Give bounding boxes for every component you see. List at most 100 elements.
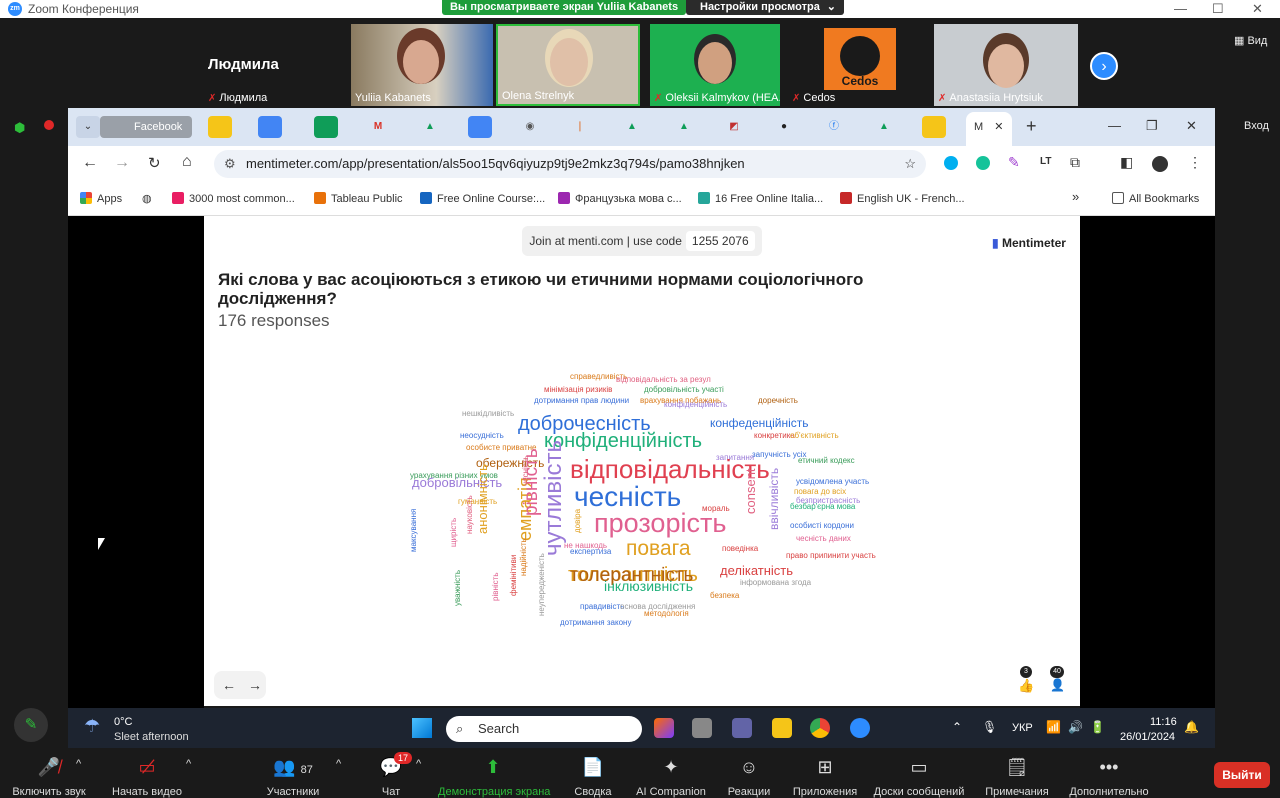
weather-icon[interactable]: ☂ bbox=[84, 716, 100, 737]
close-tab-icon[interactable]: ✕ bbox=[994, 121, 1003, 133]
minimize-icon[interactable]: — bbox=[1108, 118, 1121, 133]
windows-start-icon[interactable] bbox=[412, 718, 432, 738]
unmute-button[interactable]: 🎤̸ Включить звук bbox=[0, 748, 104, 798]
restore-icon[interactable]: ❐ bbox=[1146, 118, 1158, 134]
tab-docs-icon[interactable] bbox=[258, 116, 282, 138]
bookmark-item[interactable]: English UK - French... bbox=[840, 192, 965, 205]
start-video-button[interactable]: ▭̸ Начать видео bbox=[92, 748, 202, 798]
participant-tile[interactable]: Людмила ✗ Людмила bbox=[204, 24, 346, 106]
maximize-icon[interactable]: ☐ bbox=[1212, 1, 1224, 17]
tab-facebook-icon[interactable]: ⓕ bbox=[822, 116, 846, 138]
languagetool-icon[interactable]: LT bbox=[1040, 156, 1051, 167]
participants-button[interactable]: 👥 87 Участники bbox=[238, 748, 348, 798]
view-options-button[interactable]: Настройки просмотра ⌄ bbox=[686, 0, 844, 15]
more-bookmarks-icon[interactable]: » bbox=[1072, 189, 1079, 204]
extensions-icon[interactable]: ⧉ bbox=[1070, 154, 1080, 171]
next-participants-button[interactable]: › bbox=[1090, 52, 1118, 80]
word-cloud-word: дотримання закону bbox=[560, 618, 632, 627]
tab-icon[interactable]: ◩ bbox=[722, 116, 746, 138]
wifi-icon[interactable]: 📶 bbox=[1046, 720, 1061, 734]
teams-icon[interactable] bbox=[732, 718, 752, 738]
word-cloud-word: безбар'єрна мова bbox=[790, 502, 856, 511]
exit-fullscreen-button[interactable]: Вход bbox=[1244, 120, 1269, 132]
bookmark-item[interactable]: 16 Free Online Italia... bbox=[698, 192, 823, 205]
participant-tile[interactable]: Yuliia Kabanets bbox=[351, 24, 493, 106]
notification-bell-icon[interactable]: 🔔 bbox=[1184, 720, 1199, 734]
tab-docs-icon[interactable] bbox=[468, 116, 492, 138]
tab-drive-icon[interactable]: ▲ bbox=[672, 116, 696, 138]
chevron-up-icon[interactable]: ⌃ bbox=[952, 720, 962, 734]
leave-button[interactable]: Выйти bbox=[1214, 762, 1270, 788]
weather-desc: Sleet afternoon bbox=[114, 731, 189, 743]
skype-icon[interactable] bbox=[944, 156, 958, 170]
minimize-icon[interactable]: — bbox=[1174, 1, 1187, 16]
chat-button[interactable]: 💬 Чат 17 bbox=[336, 748, 446, 798]
video-options-icon[interactable]: ^ bbox=[186, 758, 191, 770]
audio-options-icon[interactable]: ^ bbox=[76, 758, 81, 770]
tab-drive-icon[interactable]: ▲ bbox=[418, 116, 442, 138]
bookmark-apps[interactable]: Apps bbox=[80, 192, 122, 205]
bookmark-item[interactable]: Французька мова с... bbox=[558, 192, 682, 205]
annotate-pen-icon[interactable]: ✎ bbox=[14, 708, 48, 742]
prev-slide-icon[interactable]: ← bbox=[222, 677, 248, 693]
tab-drive-icon[interactable]: ▲ bbox=[620, 116, 644, 138]
next-slide-icon[interactable]: → bbox=[248, 677, 274, 693]
participant-tile[interactable]: ✗ Anastasiia Hrytsiuk bbox=[934, 24, 1078, 106]
forward-icon[interactable]: → bbox=[114, 154, 130, 172]
chat-options-icon[interactable]: ^ bbox=[416, 758, 421, 770]
tab-active-mentimeter[interactable]: M ✕ bbox=[966, 112, 1012, 146]
view-button[interactable]: ▦ Вид bbox=[1234, 34, 1267, 47]
tab-globe-icon[interactable]: ◉ bbox=[518, 116, 542, 138]
tab-slides-icon[interactable] bbox=[208, 116, 232, 138]
pen-icon[interactable]: ✎ bbox=[1008, 154, 1020, 171]
cedos-logo: Cedos bbox=[824, 28, 896, 90]
zoom-app-icon[interactable] bbox=[850, 718, 870, 738]
taskbar-search[interactable]: ⌕ Search bbox=[446, 716, 642, 742]
tab-facebook[interactable]: Facebook bbox=[100, 116, 192, 138]
tab-slides-icon[interactable] bbox=[922, 116, 946, 138]
copilot-icon[interactable] bbox=[654, 718, 674, 738]
profile-avatar[interactable] bbox=[1152, 156, 1168, 172]
task-view-icon[interactable] bbox=[692, 718, 712, 738]
whiteboards-button[interactable]: ▭ Доски сообщений bbox=[864, 748, 974, 798]
tab-search-icon[interactable]: ⌄ bbox=[76, 116, 100, 138]
tab-gmail-icon[interactable]: M bbox=[366, 116, 390, 138]
tab-icon[interactable]: ❘ bbox=[568, 116, 592, 138]
site-settings-icon[interactable]: ⚙ bbox=[224, 150, 236, 178]
star-icon[interactable]: ☆ bbox=[904, 150, 916, 178]
share-screen-button[interactable]: ⬆ Демонстрация экрана bbox=[438, 748, 550, 798]
tab-sheets-icon[interactable] bbox=[314, 116, 338, 138]
participant-tile[interactable]: ✗ Oleksii Kalmykov (HEA... bbox=[650, 24, 780, 106]
tab-icon[interactable]: ● bbox=[772, 116, 796, 138]
bookmark-item[interactable]: 3000 most common... bbox=[172, 192, 295, 205]
reactions-icon[interactable]: 👍 bbox=[1018, 678, 1034, 694]
new-tab-icon[interactable]: + bbox=[1026, 116, 1037, 137]
bookmark-item[interactable]: Tableau Public bbox=[314, 192, 403, 205]
more-button[interactable]: ••• Дополнительно bbox=[1054, 748, 1164, 798]
menu-icon[interactable]: ⋮ bbox=[1188, 154, 1202, 171]
back-icon[interactable]: ← bbox=[82, 154, 98, 172]
explorer-icon[interactable] bbox=[772, 718, 792, 738]
word-cloud-word: усвідомлена участь bbox=[796, 477, 870, 486]
grammarly-icon[interactable] bbox=[976, 156, 990, 170]
volume-icon[interactable]: 🔊 bbox=[1068, 720, 1083, 734]
chrome-icon[interactable] bbox=[810, 718, 830, 738]
participant-tile[interactable]: Cedos ✗ Cedos bbox=[788, 24, 930, 106]
participant-tile-active[interactable]: Olena Strelnyk bbox=[496, 24, 640, 106]
tab-drive-icon[interactable]: ▲ bbox=[872, 116, 896, 138]
mic-icon[interactable]: 🎙 bbox=[982, 720, 997, 734]
close-icon[interactable]: ✕ bbox=[1186, 118, 1197, 134]
reload-icon[interactable]: ↻ bbox=[148, 154, 161, 172]
language-indicator[interactable]: УКР bbox=[1012, 722, 1033, 734]
bookmarks-bar: Apps ◍ 3000 most common... Tableau Publi… bbox=[68, 182, 1215, 216]
close-icon[interactable]: ✕ bbox=[1252, 1, 1263, 17]
globe-icon[interactable]: ◍ bbox=[142, 192, 152, 205]
address-bar[interactable]: ⚙ mentimeter.com/app/presentation/als5oo… bbox=[214, 150, 926, 178]
mic-muted-icon: 🎤̸ bbox=[37, 757, 61, 777]
sidepanel-icon[interactable]: ◧ bbox=[1120, 154, 1133, 171]
home-icon[interactable]: ⌂ bbox=[182, 153, 192, 171]
bookmark-item[interactable]: Free Online Course:... bbox=[420, 192, 545, 205]
all-bookmarks[interactable]: All Bookmarks bbox=[1112, 192, 1199, 205]
battery-icon[interactable]: 🔋 bbox=[1090, 720, 1105, 734]
slide-navigation[interactable]: ←→ bbox=[214, 671, 266, 699]
